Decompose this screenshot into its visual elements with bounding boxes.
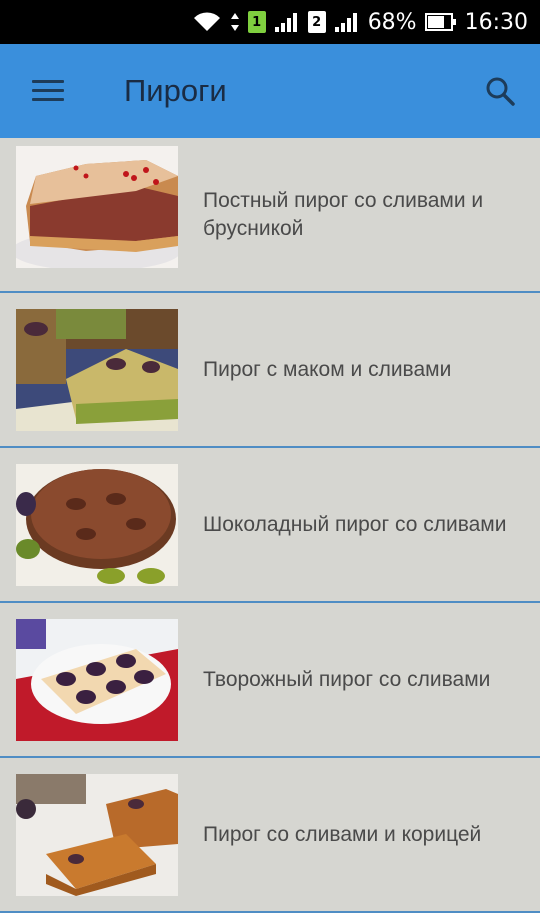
- search-button[interactable]: [460, 44, 540, 138]
- recipe-title: Пирог со сливами и корицей: [203, 822, 482, 846]
- list-item[interactable]: Постный пирог со сливами и брусникой: [0, 138, 540, 293]
- recipe-title: Постный пирог со сливами и брусникой: [203, 188, 484, 240]
- status-bar: 1 2 68% 16:30: [0, 0, 540, 44]
- battery-icon: [424, 12, 457, 32]
- chocolate-plum-cake-thumbnail: [16, 464, 178, 586]
- app-bar: Пироги: [0, 44, 540, 138]
- recipe-title: Творожный пирог со сливами: [203, 667, 491, 691]
- clock: 16:30: [464, 9, 528, 35]
- cake-with-berries-thumbnail: [16, 146, 178, 268]
- list-item[interactable]: Творожный пирог со сливами: [0, 603, 540, 758]
- wifi-icon: [192, 11, 222, 33]
- list-item[interactable]: Шоколадный пирог со сливами: [0, 448, 540, 603]
- menu-button[interactable]: [0, 44, 96, 138]
- sim2-icon: 2: [307, 11, 326, 33]
- sim1-icon: 1: [247, 11, 266, 33]
- list-item[interactable]: Пирог со сливами и корицей: [0, 758, 540, 913]
- plum-cinnamon-cake-thumbnail: [16, 774, 178, 896]
- page-title: Пироги: [124, 73, 227, 108]
- signal-icon: [274, 11, 300, 33]
- recipe-list: Постный пирог со сливами и брусникой Пир…: [0, 138, 540, 913]
- poppy-seed-plum-cake-thumbnail: [16, 309, 178, 431]
- data-arrows-icon: [230, 11, 240, 33]
- battery-percent: 68%: [367, 9, 417, 35]
- cottage-cheese-plum-cake-thumbnail: [16, 619, 178, 741]
- list-item[interactable]: Пирог с маком и сливами: [0, 293, 540, 448]
- signal-icon: [334, 11, 360, 33]
- recipe-title: Пирог с маком и сливами: [203, 357, 452, 381]
- hamburger-menu-icon: [32, 80, 64, 102]
- search-icon: [486, 77, 515, 106]
- recipe-title: Шоколадный пирог со сливами: [203, 512, 507, 536]
